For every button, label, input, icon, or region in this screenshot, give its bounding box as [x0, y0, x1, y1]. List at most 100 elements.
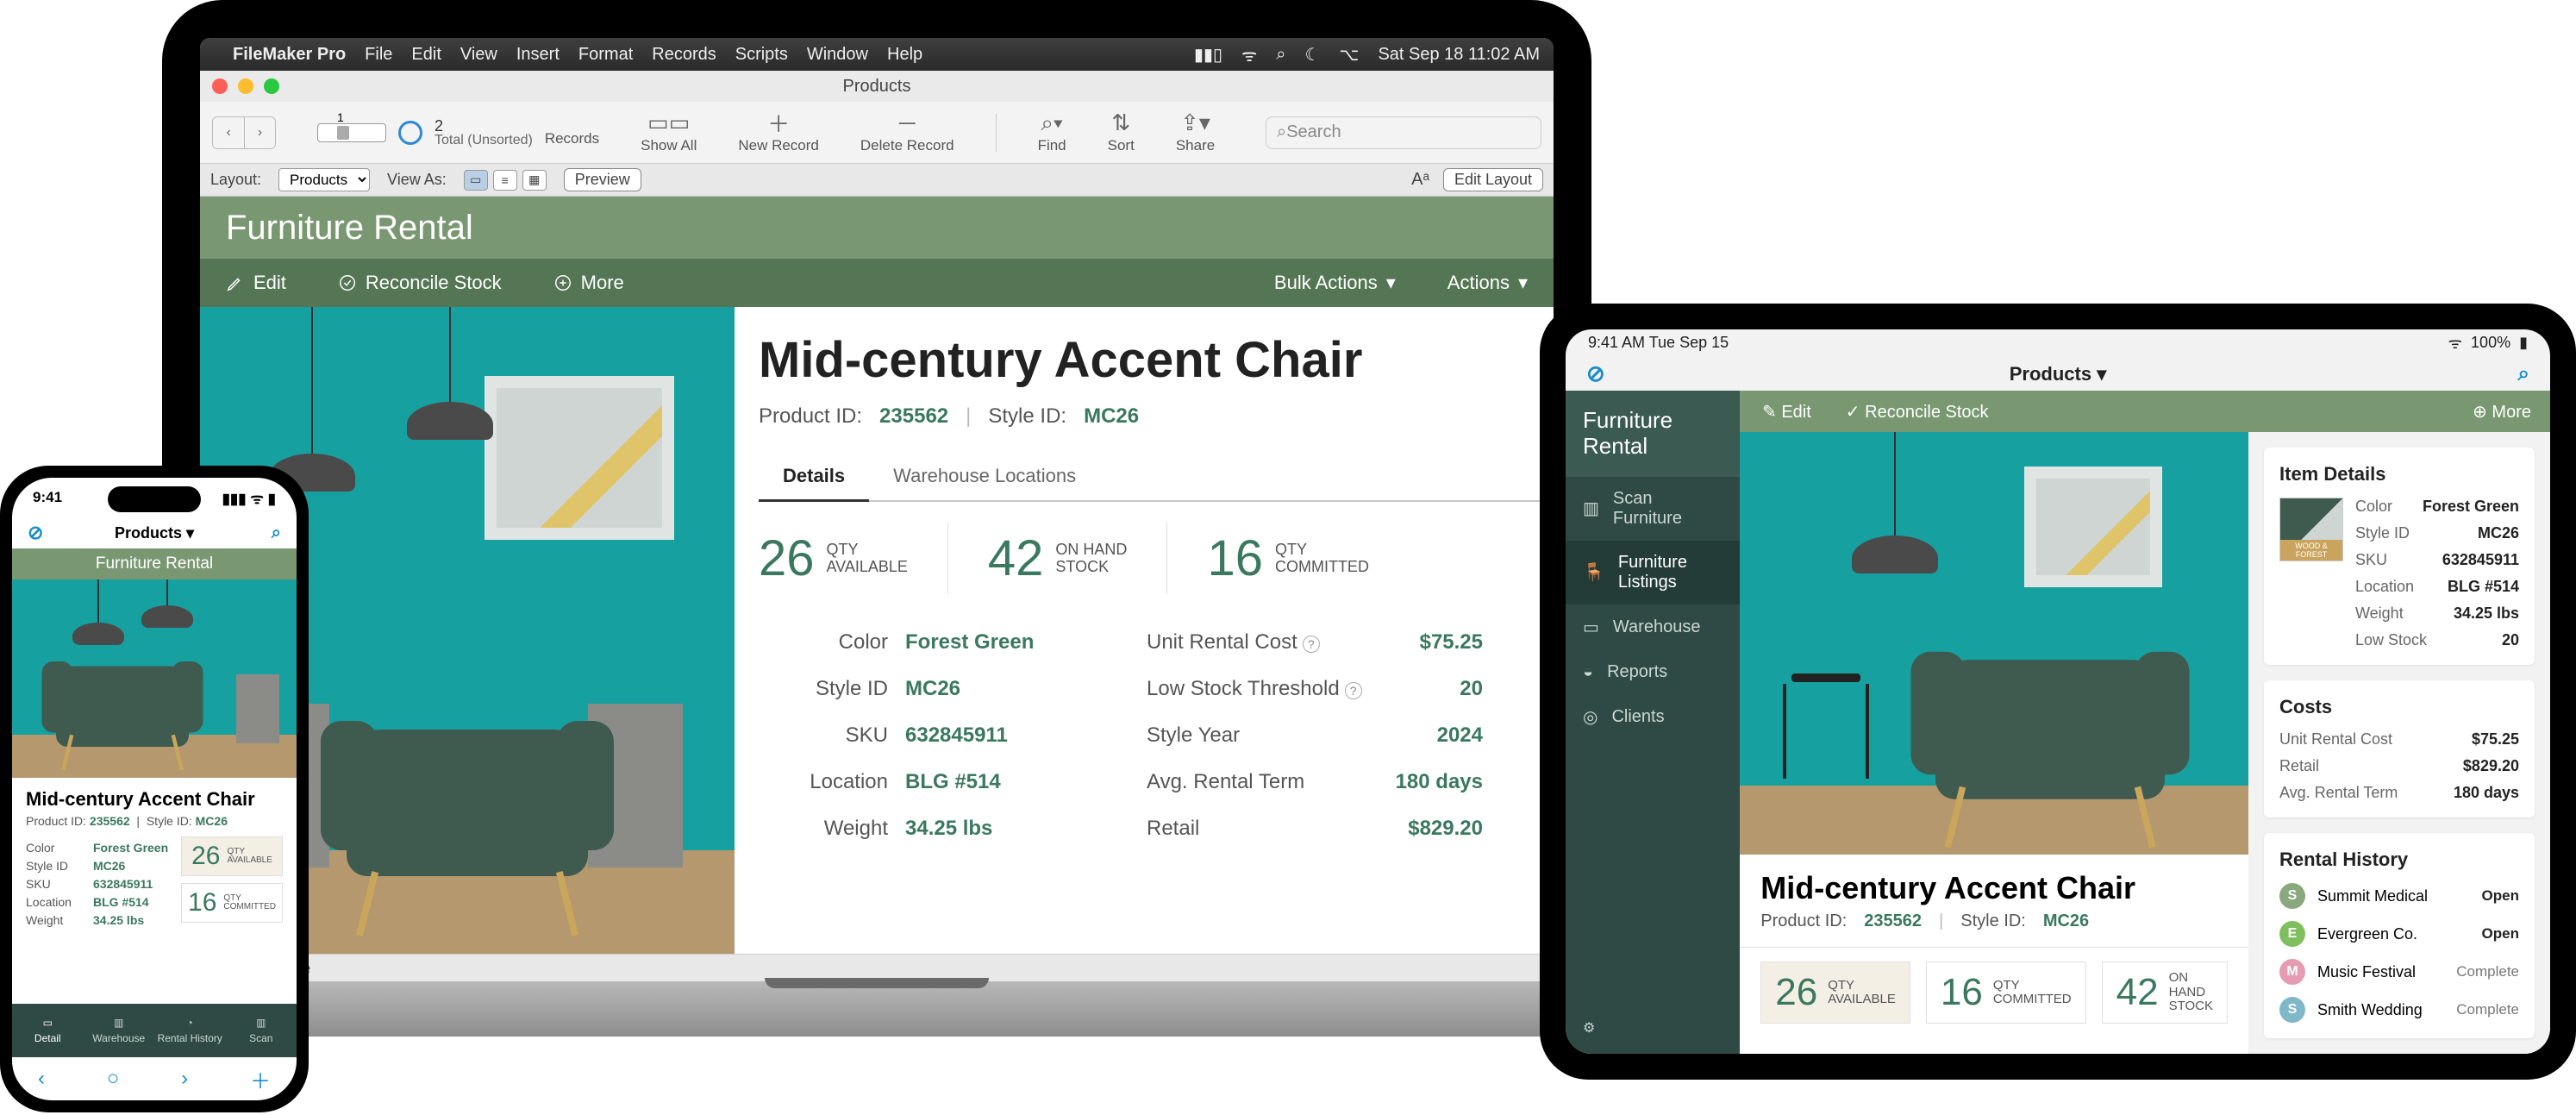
- view-form-button[interactable]: ▭: [464, 170, 488, 191]
- client-name: Summit Medical: [2317, 887, 2428, 905]
- kv-row: Unit Rental Cost$75.25: [2279, 730, 2519, 749]
- battery-icon[interactable]: ▮▮▯: [1194, 44, 1222, 66]
- field-row: LocationBLG #514: [26, 895, 171, 909]
- sidebar: Furniture Rental ▥Scan Furniture🪑Furnitu…: [1566, 391, 1740, 1054]
- bulk-actions-dropdown[interactable]: Bulk Actions ▾: [1274, 272, 1396, 294]
- prev-record-button[interactable]: ‹: [213, 117, 244, 148]
- settings-icon[interactable]: ⚙: [1566, 1002, 1740, 1054]
- search-icon[interactable]: ⌕: [1276, 45, 1285, 65]
- sidebar-item-furniture listings[interactable]: 🪑Furniture Listings: [1566, 541, 1740, 604]
- status-badge: Complete: [2456, 963, 2519, 980]
- moon-icon[interactable]: ☾: [1304, 44, 1320, 66]
- close-window-button[interactable]: [212, 78, 228, 94]
- sidebar-item-scan furniture[interactable]: ▥Scan Furniture: [1566, 477, 1740, 541]
- sidebar-item-warehouse[interactable]: ▭Warehouse: [1566, 604, 1740, 650]
- edit-button[interactable]: Edit: [226, 272, 286, 294]
- search-input[interactable]: ⌕ Search: [1266, 116, 1541, 149]
- nav-back-icon[interactable]: ‹: [38, 1067, 45, 1091]
- menu-help[interactable]: Help: [887, 45, 922, 65]
- title-label[interactable]: Products ▾: [2010, 363, 2107, 385]
- kv-row: Low Stock20: [2355, 631, 2519, 649]
- find-button[interactable]: ⌕▾Find: [1038, 111, 1066, 154]
- rental-history-row[interactable]: SSmith WeddingComplete: [2279, 997, 2519, 1023]
- more-button[interactable]: More: [553, 272, 624, 294]
- field-value: $829.20: [1371, 817, 1483, 841]
- share-button[interactable]: ⇪▾Share: [1176, 111, 1215, 154]
- menu-app[interactable]: FileMaker Pro: [233, 45, 346, 65]
- view-table-button[interactable]: ▦: [522, 170, 547, 191]
- menu-window[interactable]: Window: [807, 45, 868, 65]
- avatar: S: [2279, 883, 2305, 909]
- field-value: $75.25: [1371, 630, 1483, 655]
- view-list-button[interactable]: ≡: [493, 170, 517, 191]
- sid-value: MC26: [196, 814, 228, 828]
- field-label: Retail: [1147, 817, 1371, 841]
- avatar: S: [2279, 997, 2305, 1023]
- status-check-icon[interactable]: ⊘: [28, 522, 43, 544]
- menu-edit[interactable]: Edit: [411, 45, 441, 65]
- rental-history-row[interactable]: SSummit MedicalOpen: [2279, 883, 2519, 909]
- next-record-button[interactable]: ›: [244, 117, 275, 148]
- reconcile-button[interactable]: ✓ Reconcile Stock: [1846, 401, 1989, 423]
- tab-icon: ▭: [43, 1017, 53, 1029]
- actions-dropdown[interactable]: Actions ▾: [1447, 272, 1528, 294]
- menu-format[interactable]: Format: [578, 45, 633, 65]
- client-name: Evergreen Co.: [2317, 925, 2417, 943]
- sidebar-item-reports[interactable]: ◒Reports: [1566, 650, 1740, 694]
- tab-details[interactable]: Details: [759, 453, 869, 502]
- help-icon[interactable]: ?: [1303, 636, 1320, 653]
- text-format-icon[interactable]: Aᵃ: [1411, 170, 1429, 190]
- menu-scripts[interactable]: Scripts: [735, 45, 788, 65]
- edit-layout-button[interactable]: Edit Layout: [1443, 168, 1543, 191]
- stat-available: 26QTYAVAILABLE: [1760, 962, 1910, 1024]
- status-check-icon[interactable]: ⊘: [1586, 360, 1605, 387]
- tab-warehouse[interactable]: ▥Warehouse: [84, 1004, 155, 1057]
- ipad-statusbar: 9:41 AM Tue Sep 15 ᯤ 100% ▮: [1566, 329, 2550, 357]
- person-icon: ◎: [1583, 706, 1597, 728]
- nav-home-icon[interactable]: ○: [107, 1067, 120, 1091]
- menu-insert[interactable]: Insert: [516, 45, 560, 65]
- phone-title: ⊘ Products ▾ ⌕: [12, 517, 297, 548]
- control-center-icon[interactable]: ⌥: [1339, 44, 1359, 66]
- edit-button[interactable]: ✎ Edit: [1762, 401, 1811, 423]
- zoom-window-button[interactable]: [264, 78, 279, 94]
- nav-forward-icon[interactable]: ›: [181, 1067, 188, 1091]
- records-label: Records: [545, 130, 599, 147]
- delete-record-button[interactable]: －Delete Record: [860, 111, 954, 154]
- preview-button[interactable]: Preview: [564, 168, 641, 191]
- rental-history-card: Rental History SSummit MedicalOpenEEverg…: [2264, 833, 2535, 1038]
- title-label[interactable]: Products ▾: [115, 524, 194, 542]
- battery-icon: ▮: [268, 491, 276, 507]
- tab-warehouse[interactable]: Warehouse Locations: [869, 453, 1100, 500]
- field-row: Style IDMC26: [26, 859, 171, 873]
- layout-select[interactable]: Products: [278, 168, 370, 191]
- menu-file[interactable]: File: [365, 45, 392, 65]
- sidebar-item-clients[interactable]: ◎Clients: [1566, 694, 1740, 740]
- search-icon[interactable]: ⌕: [2518, 362, 2529, 386]
- menu-records[interactable]: Records: [652, 45, 716, 65]
- help-icon[interactable]: ?: [1345, 682, 1362, 699]
- rental-history-row[interactable]: MMusic FestivalComplete: [2279, 959, 2519, 985]
- nav-add-icon[interactable]: ＋: [250, 1064, 271, 1094]
- tab-rental history[interactable]: ◔Rental History: [154, 1004, 226, 1057]
- search-icon[interactable]: ⌕: [272, 523, 281, 543]
- more-button[interactable]: ⊕ More: [2473, 401, 2531, 423]
- new-record-button[interactable]: ＋New Record: [738, 111, 819, 154]
- wifi-icon[interactable]: ᯤ: [1241, 43, 1257, 66]
- warehouse-icon: ▭: [1583, 617, 1599, 638]
- menubar-clock[interactable]: Sat Sep 18 11:02 AM: [1378, 45, 1540, 65]
- sort-button[interactable]: ⇅Sort: [1108, 111, 1135, 154]
- product-id-value: 235562: [879, 404, 948, 429]
- record-slider[interactable]: 1: [317, 123, 386, 142]
- rental-history-row[interactable]: EEvergreen Co.Open: [2279, 921, 2519, 947]
- show-all-button[interactable]: ▭▭Show All: [641, 111, 697, 154]
- tab-scan[interactable]: ▥Scan: [226, 1004, 297, 1057]
- kv-row: Weight34.25 lbs: [2355, 604, 2519, 623]
- minimize-window-button[interactable]: [238, 78, 253, 94]
- menu-view[interactable]: View: [460, 45, 497, 65]
- card-heading: Costs: [2279, 696, 2519, 718]
- tab-detail[interactable]: ▭Detail: [12, 1004, 84, 1057]
- field-value: 20: [1371, 677, 1483, 701]
- field-label: Style Year: [1147, 723, 1371, 748]
- reconcile-button[interactable]: Reconcile Stock: [338, 272, 502, 294]
